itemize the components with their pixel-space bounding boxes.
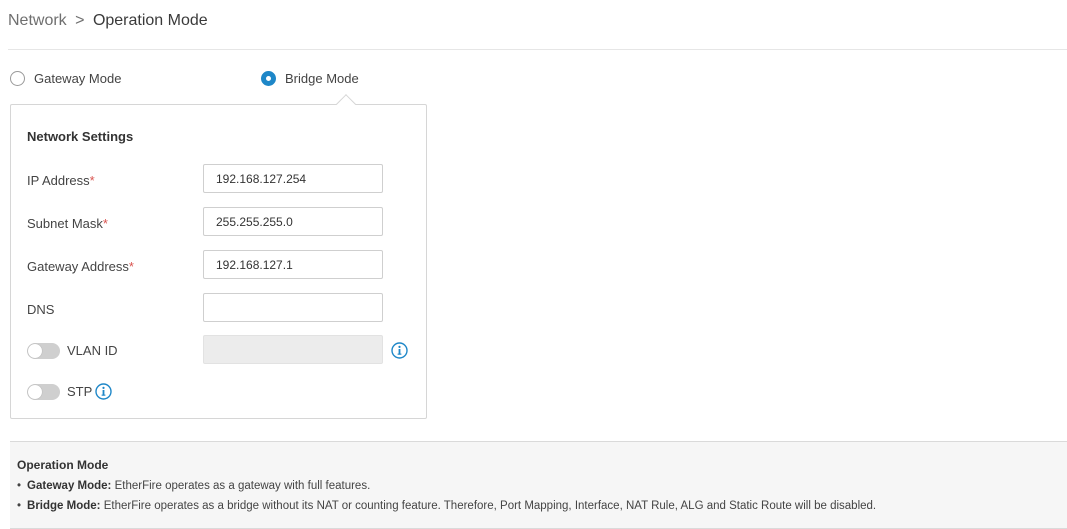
breadcrumb: Network > Operation Mode [8,12,208,30]
subnet-mask-input[interactable] [203,207,383,236]
required-marker: * [102,216,108,231]
breadcrumb-network[interactable]: Network [8,12,67,29]
gateway-address-input[interactable] [203,250,383,279]
help-item-bridge: • Bridge Mode: EtherFire operates as a br… [17,500,876,512]
radio-unchecked-icon [10,71,25,86]
operation-mode-help: Operation Mode • Gateway Mode: EtherFire … [10,441,1067,529]
help-term-gateway: Gateway Mode: [27,480,112,492]
operation-mode-page: Network > Operation Mode Gateway Mode Br… [0,0,1067,529]
network-settings-panel: Network Settings IP Address* Subnet Mask… [10,94,427,419]
vlan-info-icon[interactable] [391,342,408,359]
header-divider [8,49,1067,50]
vlan-id-input [203,335,383,364]
help-desc-gateway: EtherFire operates as a gateway with ful… [111,480,371,492]
required-marker: * [89,173,95,188]
dns-label: DNS [27,302,55,317]
gateway-mode-label: Gateway Mode [34,71,122,86]
ip-address-input[interactable] [203,164,383,193]
subnet-mask-label-text: Subnet Mask [27,216,103,231]
stp-label: STP [67,384,93,399]
stp-toggle[interactable] [27,384,60,400]
bullet-dot-icon: • [17,480,22,492]
ip-address-label-text: IP Address [27,173,90,188]
bridge-mode-label: Bridge Mode [285,71,359,86]
help-item-gateway: • Gateway Mode: EtherFire operates as a g… [17,480,370,492]
breadcrumb-current: Operation Mode [92,12,208,29]
radio-checked-icon [261,71,276,86]
ip-address-label: IP Address* [27,173,95,188]
help-term-bridge: Bridge Mode: [27,500,101,512]
vlan-id-label: VLAN ID [67,343,118,358]
panel-pointer [336,94,356,114]
vlan-id-toggle[interactable] [27,343,60,359]
operation-mode-help-title: Operation Mode [17,458,109,472]
toggle-knob [28,344,42,358]
breadcrumb-separator: > [75,12,85,29]
network-settings-title: Network Settings [27,129,134,144]
toggle-knob [28,385,42,399]
stp-info-icon[interactable] [95,383,112,400]
help-desc-bridge: EtherFire operates as a bridge without i… [100,500,877,512]
bridge-mode-radio[interactable]: Bridge Mode [261,71,359,86]
dns-input[interactable] [203,293,383,322]
gateway-mode-radio[interactable]: Gateway Mode [10,71,121,86]
subnet-mask-label: Subnet Mask* [27,216,108,231]
gateway-address-label-text: Gateway Address [27,259,129,274]
required-marker: * [128,259,134,274]
bullet-dot-icon: • [17,500,22,512]
gateway-address-label: Gateway Address* [27,259,134,274]
